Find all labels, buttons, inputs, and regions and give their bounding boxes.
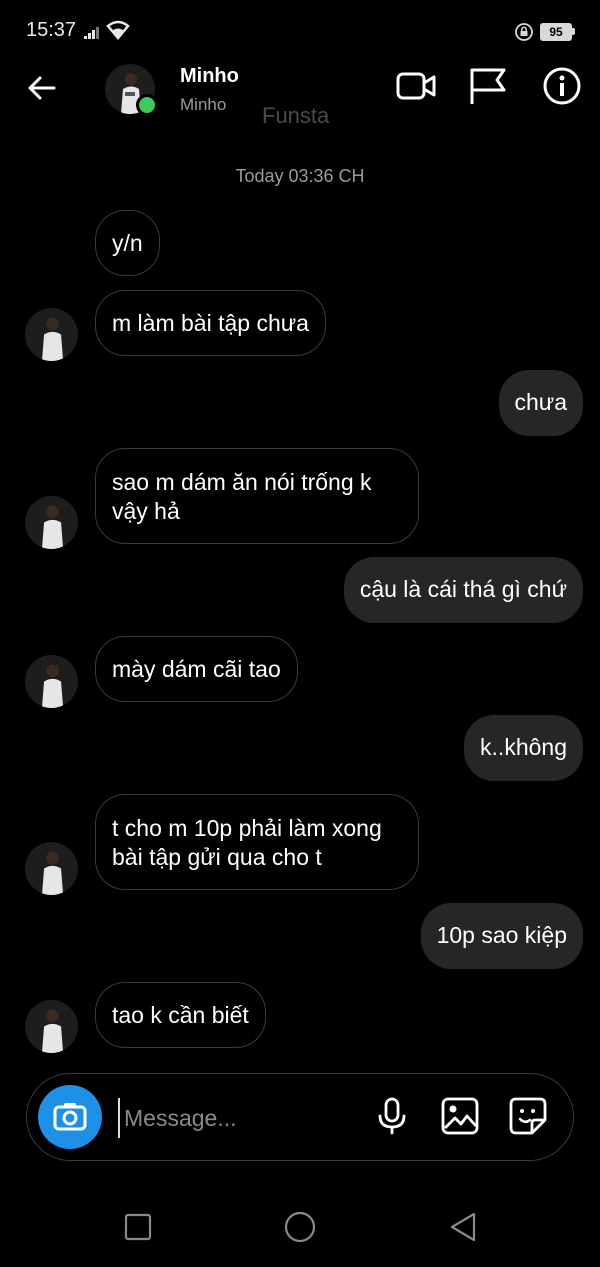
signal-icon (84, 27, 99, 39)
gallery-icon[interactable] (440, 1096, 480, 1136)
back-arrow-icon[interactable] (24, 70, 60, 106)
avatar-photo (25, 842, 78, 895)
message-bubble-incoming[interactable]: sao m dám ăn nói trống k vậy hả (95, 448, 419, 544)
sender-avatar[interactable] (25, 842, 78, 895)
message-bubble-outgoing[interactable]: chưa (498, 370, 583, 436)
avatar-photo (25, 1000, 78, 1053)
microphone-icon[interactable] (372, 1096, 412, 1136)
message-input[interactable] (118, 1098, 364, 1138)
avatar-photo (25, 655, 78, 708)
app-watermark: Funsta (262, 103, 330, 128)
sticker-icon[interactable] (508, 1096, 548, 1136)
contact-username: Minho (180, 95, 227, 114)
camera-icon (53, 1103, 87, 1131)
message-bubble-incoming[interactable]: y/n (95, 210, 160, 276)
wifi-icon (106, 20, 130, 40)
sender-avatar[interactable] (25, 496, 78, 549)
video-call-icon[interactable] (396, 66, 436, 106)
home-icon[interactable] (283, 1210, 317, 1244)
battery-indicator: 95 (540, 23, 572, 41)
message-bubble-outgoing[interactable]: cậu là cái thá gì chứ (343, 557, 583, 623)
status-time: 15:37 (26, 19, 77, 41)
online-status-dot (136, 94, 158, 116)
avatar-photo (25, 496, 78, 549)
flag-icon[interactable] (468, 66, 508, 106)
message-bubble-outgoing[interactable]: 10p sao kiệp (420, 903, 583, 969)
sender-avatar[interactable] (25, 655, 78, 708)
message-bubble-outgoing[interactable]: k..không (464, 715, 583, 781)
avatar-photo (25, 308, 78, 361)
sender-avatar[interactable] (25, 1000, 78, 1053)
message-bubble-incoming[interactable]: t cho m 10p phải làm xong bài tập gửi qu… (95, 794, 419, 890)
message-bubble-incoming[interactable]: m làm bài tập chưa (95, 290, 326, 356)
battery-tip (572, 28, 575, 35)
message-bubble-incoming[interactable]: tao k cần biết (95, 982, 266, 1048)
camera-button[interactable] (38, 1085, 102, 1149)
lock-rotation-icon (515, 23, 533, 41)
sender-avatar[interactable] (25, 308, 78, 361)
recent-apps-icon[interactable] (121, 1210, 155, 1244)
contact-name[interactable]: Minho (180, 65, 239, 88)
date-separator: Today 03:36 CH (235, 166, 365, 186)
message-bubble-incoming[interactable]: mày dám cãi tao (95, 636, 298, 702)
nav-back-icon[interactable] (447, 1210, 481, 1244)
info-icon[interactable] (542, 66, 582, 106)
